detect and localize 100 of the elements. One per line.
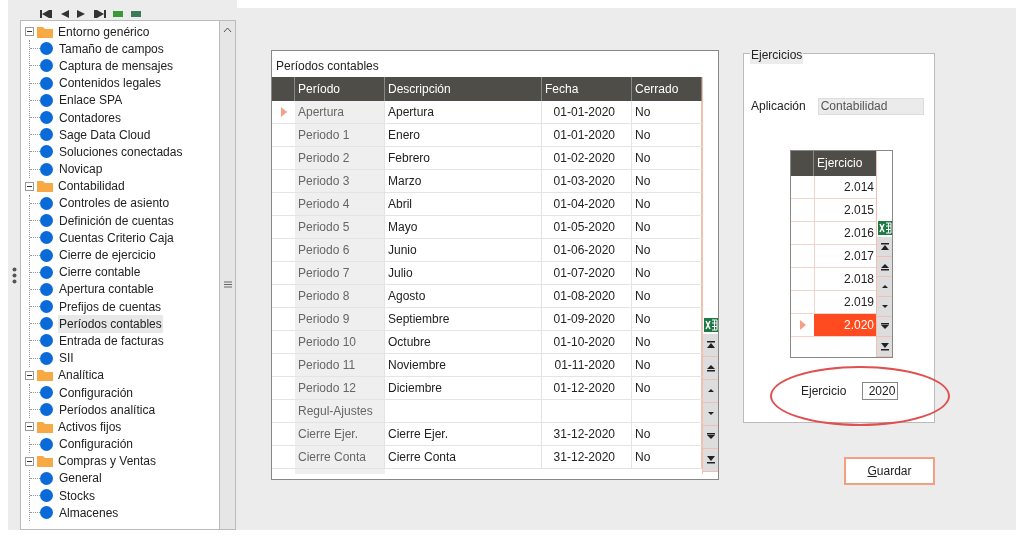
nav-button[interactable] (877, 257, 892, 277)
table-cell: Periodo 2 (295, 147, 385, 169)
tree-item[interactable]: Entrada de facturas (58, 331, 165, 350)
table-cell: Regul-Ajustes (295, 400, 385, 422)
table-cell: Cierre Conta (295, 446, 385, 468)
tree-item[interactable]: Cierre contable (58, 263, 142, 282)
first-record-icon[interactable] (40, 10, 52, 18)
tree-item[interactable]: Enlace SPA (58, 91, 124, 110)
exercise-input[interactable]: 2020 (862, 382, 899, 400)
node-icon (40, 93, 53, 107)
node-icon (40, 282, 53, 296)
table-cell[interactable]: 2.017 (814, 245, 876, 267)
collapse-toggle-icon[interactable] (25, 27, 34, 37)
table-cell: Junio (385, 239, 542, 261)
table-cell: Febrero (385, 147, 542, 169)
tree-item[interactable]: Cuentas Criterio Caja (58, 228, 175, 247)
table-cell: 01-01-2020 (542, 124, 632, 146)
table-cell: Octubre (385, 331, 542, 353)
drag-handle-icon[interactable] (11, 266, 17, 284)
table-cell: No (632, 423, 702, 445)
tree-item[interactable]: Definición de cuentas (58, 211, 175, 230)
tree-item[interactable]: Períodos contables (58, 314, 163, 333)
collapse-toggle-icon[interactable] (25, 181, 34, 191)
nav-button[interactable] (703, 426, 718, 449)
tree-item[interactable]: Períodos analítica (58, 400, 157, 419)
table-cell: Periodo 5 (295, 216, 385, 238)
tree-item[interactable]: Controles de asiento (58, 194, 171, 213)
spreadsheet-export-icon[interactable] (704, 318, 718, 332)
table-cell[interactable]: 2.016 (814, 222, 876, 244)
tree-group-label[interactable]: Contabilidad (58, 177, 125, 196)
node-icon (40, 403, 53, 417)
table-cell: Periodo 11 (295, 354, 385, 376)
tree-item[interactable]: Contadores (58, 108, 123, 127)
table-cell: Periodo 4 (295, 193, 385, 215)
table-cell: 01-03-2020 (542, 170, 632, 192)
tree-group-label[interactable]: Entorno genérico (58, 22, 150, 41)
tree-item[interactable]: Prefijos de cuentas (58, 297, 163, 316)
table-cell: No (632, 262, 702, 284)
node-icon (40, 351, 53, 365)
first-icon (705, 340, 716, 350)
folder-icon (37, 455, 53, 468)
table-cell: 01-11-2020 (542, 354, 632, 376)
collapse-toggle-icon[interactable] (25, 456, 34, 466)
node-icon (40, 506, 53, 520)
nav-button[interactable] (877, 317, 892, 337)
tree-item[interactable]: Sage Data Cloud (58, 125, 152, 144)
node-icon (40, 59, 53, 73)
tree-item[interactable]: Soluciones conectadas (58, 142, 184, 161)
table-cell: Apertura (295, 101, 385, 123)
tree-item[interactable]: Almacenes (58, 503, 120, 522)
column-header[interactable]: Descripción (385, 77, 542, 101)
page-up-icon (879, 261, 890, 272)
tree-item[interactable]: Configuración (58, 435, 135, 454)
tree-item[interactable]: Configuración (58, 383, 135, 402)
nav-button[interactable] (877, 337, 892, 357)
table-cell: 01-10-2020 (542, 331, 632, 353)
tree-item[interactable]: Tamaño de campos (58, 39, 165, 58)
current-row-icon (799, 320, 806, 330)
tree-item[interactable]: Captura de mensajes (58, 56, 175, 75)
collapse-toggle-icon[interactable] (25, 370, 34, 380)
table-cell: 01-07-2020 (542, 262, 632, 284)
grip-icon[interactable] (223, 281, 232, 288)
tree-item[interactable]: SII (58, 349, 75, 368)
field-label: Ejercicio (801, 383, 847, 400)
nav-button[interactable] (877, 237, 892, 257)
node-icon (40, 214, 53, 228)
last-record-icon[interactable] (94, 10, 106, 18)
table-cell[interactable]: 2.019 (814, 291, 876, 313)
table-cell: Periodo 9 (295, 308, 385, 330)
table-cell: Periodo 10 (295, 331, 385, 353)
folder-icon (37, 25, 53, 38)
tree-group-label[interactable]: Analítica (58, 366, 105, 385)
table-cell[interactable]: 2.014 (814, 176, 876, 198)
table-cell: No (632, 446, 702, 468)
node-icon (40, 231, 53, 245)
table-cell[interactable]: 2.018 (814, 268, 876, 290)
nav-button[interactable] (703, 334, 718, 357)
save-button[interactable]: Guardar (844, 457, 935, 485)
node-icon (40, 128, 53, 142)
column-header[interactable]: Cerrado (632, 77, 702, 101)
node-icon (40, 334, 53, 348)
tree-item[interactable]: Apertura contable (58, 280, 155, 299)
tree-item[interactable]: Cierre de ejercicio (58, 246, 157, 265)
table-cell: No (632, 308, 702, 330)
tree-group-label[interactable]: Compras y Ventas (58, 452, 157, 471)
table-cell: No (632, 377, 702, 399)
tree-item[interactable]: General (58, 469, 103, 488)
column-header[interactable]: Fecha (542, 77, 632, 101)
tree-item[interactable]: Contenidos legales (58, 74, 163, 93)
node-icon (40, 471, 53, 485)
nav-button[interactable] (703, 449, 718, 472)
spreadsheet-export-icon[interactable] (878, 221, 892, 235)
table-cell[interactable]: 2.015 (814, 199, 876, 221)
scroll-up-icon[interactable] (223, 27, 232, 33)
tree-item[interactable]: Novicap (58, 160, 104, 179)
scrollbar[interactable] (220, 20, 236, 530)
collapse-toggle-icon[interactable] (25, 422, 34, 432)
tree-item[interactable]: Stocks (58, 486, 96, 505)
tree-group-label[interactable]: Activos fijos (58, 417, 122, 436)
nav-button[interactable] (703, 357, 718, 380)
